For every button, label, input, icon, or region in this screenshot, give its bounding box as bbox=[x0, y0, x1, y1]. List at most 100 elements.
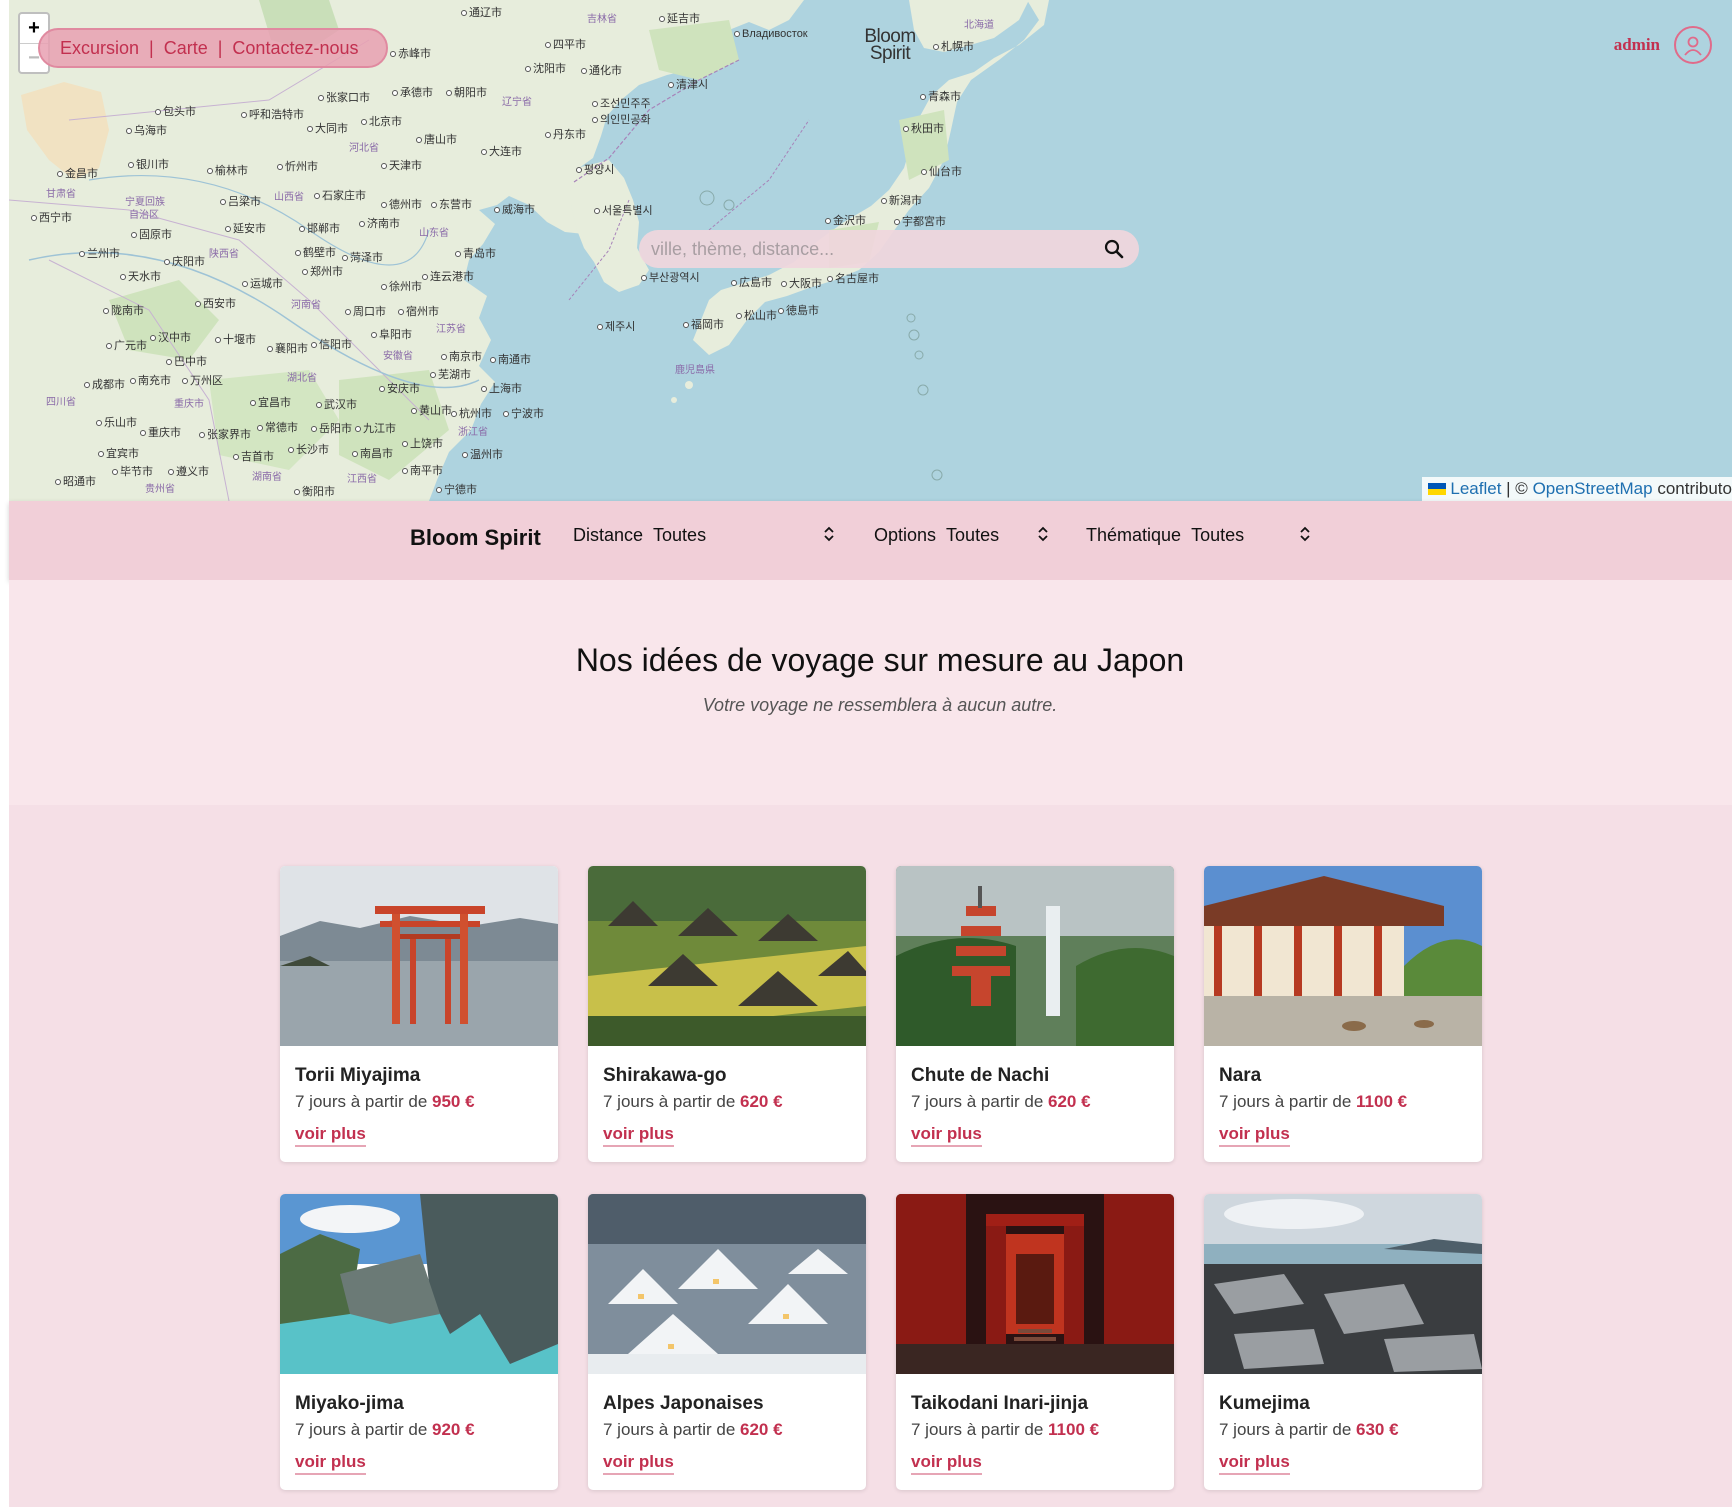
trip-duration: 7 jours à partir de bbox=[603, 1092, 741, 1111]
voir-plus-link[interactable]: voir plus bbox=[603, 1124, 674, 1147]
trip-photo[interactable] bbox=[1204, 1194, 1482, 1374]
map-city-label: 衡阳市 bbox=[294, 483, 335, 499]
trip-photo[interactable] bbox=[896, 866, 1174, 1046]
brand-logo[interactable]: Bloom Spirit bbox=[860, 27, 920, 63]
trip-photo[interactable] bbox=[588, 866, 866, 1046]
map-city-label: 清津시 bbox=[668, 76, 708, 92]
map-city-label: 安庆市 bbox=[379, 380, 420, 396]
thematique-filter[interactable]: Thématique Toutes bbox=[1086, 525, 1316, 546]
trip-card[interactable]: Shirakawa-go 7 jours à partir de 620 € voi… bbox=[588, 866, 866, 1162]
map-city-label: 新潟市 bbox=[881, 192, 922, 208]
page-subtitle: Votre voyage ne ressemblera à aucun autr… bbox=[702, 695, 1058, 715]
trip-photo[interactable] bbox=[280, 1194, 558, 1374]
map-province-label: 安徽省 bbox=[383, 351, 413, 362]
osm-link[interactable]: OpenStreetMap bbox=[1533, 479, 1653, 498]
nav-carte[interactable]: Carte bbox=[164, 38, 208, 59]
trip-photo[interactable] bbox=[588, 1194, 866, 1374]
city-dot-icon bbox=[250, 400, 256, 407]
map-province-label: 江苏省 bbox=[436, 324, 466, 335]
trip-card[interactable]: Miyako-jima 7 jours à partir de 920 € voir… bbox=[280, 1194, 558, 1490]
map-city-label: 青森市 bbox=[920, 88, 961, 104]
map-city-label: 襄阳市 bbox=[267, 340, 308, 356]
city-dot-icon bbox=[57, 171, 63, 178]
city-dot-icon bbox=[131, 232, 137, 239]
voir-plus-link[interactable]: voir plus bbox=[1219, 1124, 1290, 1147]
map-city-label: 东营市 bbox=[431, 196, 472, 212]
map-province-label: 陕西省 bbox=[209, 249, 239, 260]
voir-plus-link[interactable]: voir plus bbox=[911, 1124, 982, 1147]
city-dot-icon bbox=[933, 44, 939, 51]
user-circle-icon[interactable] bbox=[1674, 26, 1712, 64]
city-dot-icon bbox=[215, 337, 221, 344]
voir-plus-link[interactable]: voir plus bbox=[603, 1452, 674, 1475]
map-city-label: 青岛市 bbox=[455, 245, 496, 261]
search-input[interactable] bbox=[649, 237, 1101, 261]
map-city-label: 温州市 bbox=[462, 446, 503, 462]
map-city-label: 名古屋市 bbox=[827, 270, 879, 286]
trip-duration: 7 jours à partir de bbox=[603, 1420, 741, 1439]
trip-price: 920 € bbox=[432, 1420, 475, 1439]
trip-duration-price: 7 jours à partir de 920 € bbox=[295, 1420, 475, 1440]
city-dot-icon bbox=[311, 342, 317, 349]
city-dot-icon bbox=[592, 117, 598, 124]
map-city-label: 南充市 bbox=[130, 372, 171, 388]
options-value: Toutes bbox=[946, 525, 1000, 545]
map-city-label: 汉中市 bbox=[150, 329, 191, 345]
map-city-label: 朝阳市 bbox=[446, 84, 487, 100]
city-dot-icon bbox=[359, 221, 365, 228]
trip-photo[interactable] bbox=[1204, 866, 1482, 1046]
map-city-label: 九江市 bbox=[355, 420, 396, 436]
city-dot-icon bbox=[431, 202, 437, 209]
map-city-label: 遵义市 bbox=[168, 463, 209, 479]
nav-excursion[interactable]: Excursion bbox=[60, 38, 139, 59]
map-city-label: 宜宾市 bbox=[98, 445, 139, 461]
trip-price: 950 € bbox=[432, 1092, 475, 1111]
options-label: Options bbox=[874, 525, 937, 545]
trip-title: Alpes Japonaises bbox=[603, 1393, 764, 1414]
map-city-label: 天津市 bbox=[381, 157, 422, 173]
city-dot-icon bbox=[490, 357, 496, 364]
map-province-label: 自治区 bbox=[129, 210, 159, 221]
map-province-label: 山东省 bbox=[419, 228, 449, 239]
voir-plus-link[interactable]: voir plus bbox=[295, 1124, 366, 1147]
city-dot-icon bbox=[345, 309, 351, 316]
trip-card[interactable]: Taikodani Inari-jinja 7 jours à partir de… bbox=[896, 1194, 1174, 1490]
trip-card[interactable]: Kumejima 7 jours à partir de 630 € voir pl… bbox=[1204, 1194, 1482, 1490]
city-dot-icon bbox=[545, 132, 551, 139]
trip-title: Taikodani Inari-jinja bbox=[911, 1393, 1089, 1414]
city-dot-icon bbox=[903, 126, 909, 133]
map-province-label: 湖南省 bbox=[252, 472, 282, 483]
map-city-label: 福岡市 bbox=[683, 316, 724, 332]
city-dot-icon bbox=[683, 322, 689, 329]
options-filter[interactable]: Options Toutes bbox=[874, 525, 1054, 546]
city-dot-icon bbox=[416, 137, 422, 144]
trip-card[interactable]: Chute de Nachi 7 jours à partir de 620 € v… bbox=[896, 866, 1174, 1162]
city-dot-icon bbox=[164, 259, 170, 266]
nav-contact[interactable]: Contactez-nous bbox=[232, 38, 358, 59]
map-province-label: 贵州省 bbox=[145, 484, 175, 495]
voir-plus-link[interactable]: voir plus bbox=[295, 1452, 366, 1475]
voir-plus-link[interactable]: voir plus bbox=[911, 1452, 982, 1475]
map-city-label: 秋田市 bbox=[903, 120, 944, 136]
distance-filter[interactable]: Distance Toutes bbox=[573, 525, 843, 546]
city-dot-icon bbox=[352, 451, 358, 458]
user-name[interactable]: admin bbox=[1614, 35, 1660, 55]
trip-price: 1100 € bbox=[1048, 1420, 1100, 1439]
map-city-label: 固原市 bbox=[131, 226, 172, 242]
city-dot-icon bbox=[920, 94, 926, 101]
trip-photo[interactable] bbox=[280, 866, 558, 1046]
trip-photo[interactable] bbox=[896, 1194, 1174, 1374]
trip-card[interactable]: Alpes Japonaises 7 jours à partir de 620 … bbox=[588, 1194, 866, 1490]
map-city-label: 巴中市 bbox=[166, 353, 207, 369]
map-city-label: 丹东市 bbox=[545, 126, 586, 142]
map-city-label: 包头市 bbox=[155, 103, 196, 119]
leaflet-link[interactable]: Leaflet bbox=[1450, 479, 1501, 498]
map[interactable]: 通辽市 四平市 沈阳市 延吉市 通化市 Владивосток 札幌市 赤峰市 承德市 朝阳市 清津… bbox=[9, 0, 1732, 501]
attribution-contributors: contributo bbox=[1657, 479, 1732, 498]
trip-card[interactable]: Torii Miyajima 7 jours à partir de 950 € v… bbox=[280, 866, 558, 1162]
voir-plus-link[interactable]: voir plus bbox=[1219, 1452, 1290, 1475]
city-dot-icon bbox=[402, 441, 408, 448]
trip-card[interactable]: Nara 7 jours à partir de 1100 € voir plus bbox=[1204, 866, 1482, 1162]
search-icon[interactable] bbox=[1101, 236, 1127, 262]
map-city-label: 沈阳市 bbox=[525, 60, 566, 76]
